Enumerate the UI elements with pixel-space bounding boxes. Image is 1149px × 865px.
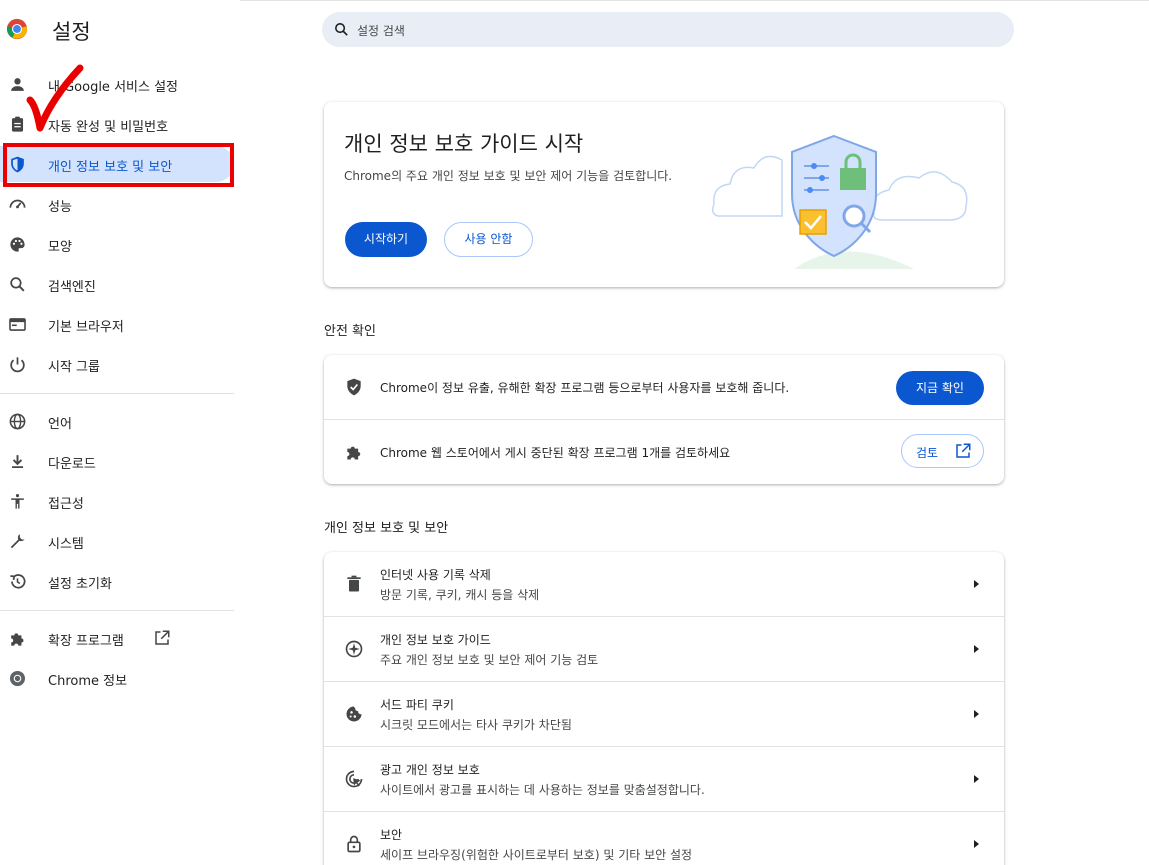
globe-icon	[9, 413, 26, 430]
sidebar-item-label: 언어	[48, 417, 72, 432]
ad-privacy-icon	[345, 770, 363, 788]
chevron-right-icon	[974, 710, 979, 718]
privacy-row-ad-privacy[interactable]: 광고 개인 정보 보호 사이트에서 광고를 표시하는 데 사용하는 정보를 맞춤…	[324, 747, 1004, 812]
chrome-icon	[9, 670, 26, 687]
open-in-new-icon	[155, 630, 170, 645]
sidebar-item-extensions[interactable]: 확장 프로그램	[0, 620, 234, 656]
privacy-guide-title: 개인 정보 보호 가이드 시작	[344, 132, 584, 156]
chevron-right-icon	[974, 775, 979, 783]
privacy-row-subtitle: 시크릿 모드에서는 타사 쿠키가 차단됨	[380, 718, 572, 732]
privacy-guide-card: 개인 정보 보호 가이드 시작 Chrome의 주요 개인 정보 보호 및 보안…	[324, 102, 1004, 287]
browser-icon	[9, 318, 26, 331]
sidebar-item-accessibility[interactable]: 접근성	[0, 483, 234, 519]
palette-icon	[10, 237, 25, 252]
checkmark-annotation-icon	[26, 64, 84, 132]
sidebar-item-label: 시작 그룹	[48, 360, 100, 375]
review-extensions-button[interactable]: 검토	[901, 434, 984, 468]
power-icon	[10, 357, 25, 373]
sidebar-item-label: 검색엔진	[48, 280, 96, 295]
privacy-guide-description: Chrome의 주요 개인 정보 보호 및 보안 제어 기능을 검토합니다.	[344, 169, 673, 183]
open-in-new-icon	[956, 443, 971, 458]
privacy-row-title: 인터넷 사용 기록 삭제	[380, 568, 491, 582]
privacy-row-subtitle: 방문 기록, 쿠키, 캐시 등을 삭제	[380, 588, 540, 602]
sidebar-item-label: 기본 브라우저	[48, 320, 124, 335]
chevron-right-icon	[974, 840, 979, 848]
sidebar-divider	[0, 610, 234, 611]
wrench-icon	[10, 534, 25, 549]
sidebar-item-search-engine[interactable]: 검색엔진	[0, 266, 234, 302]
privacy-row-title: 보안	[380, 828, 403, 842]
sidebar-item-label: 모양	[48, 240, 72, 255]
sidebar-item-label: 확장 프로그램	[48, 634, 124, 649]
search-placeholder: 설정 검색	[357, 24, 405, 38]
safety-check-row: Chrome이 정보 유출, 유해한 확장 프로그램 등으로부터 사용자를 보호…	[324, 355, 1004, 420]
search-input[interactable]: 설정 검색	[322, 12, 1014, 47]
sidebar-item-label: 성능	[48, 200, 72, 215]
accessibility-icon	[11, 493, 24, 509]
chrome-logo-icon	[6, 18, 28, 40]
sidebar-item-on-startup[interactable]: 시작 그룹	[0, 346, 234, 382]
review-button-label: 검토	[916, 446, 939, 460]
history-icon	[10, 574, 26, 589]
sidebar-item-label: 시스템	[48, 537, 84, 552]
dismiss-guide-button[interactable]: 사용 안함	[444, 222, 533, 257]
privacy-row-security[interactable]: 보안 세이프 브라우징(위험한 사이트로부터 보호) 및 기타 보안 설정	[324, 812, 1004, 865]
sidebar-divider	[0, 393, 234, 394]
check-now-button[interactable]: 지금 확인	[896, 371, 984, 405]
privacy-security-card: 인터넷 사용 기록 삭제 방문 기록, 쿠키, 캐시 등을 삭제 개인 정보 보…	[324, 552, 1004, 865]
top-divider	[240, 0, 1149, 1]
privacy-row-clear-browsing-data[interactable]: 인터넷 사용 기록 삭제 방문 기록, 쿠키, 캐시 등을 삭제	[324, 552, 1004, 617]
sidebar-item-languages[interactable]: 언어	[0, 403, 234, 439]
sidebar-item-label: 다운로드	[48, 457, 96, 472]
chevron-right-icon	[974, 580, 979, 588]
sidebar-item-label: 설정 초기화	[48, 577, 112, 592]
app-header: 설정 설정 검색	[0, 0, 1149, 60]
page-title: 설정	[52, 20, 91, 44]
extension-review-text: Chrome 웹 스토어에서 게시 중단된 확장 프로그램 1개를 검토하세요	[380, 446, 731, 460]
search-icon	[335, 23, 348, 36]
privacy-row-privacy-guide[interactable]: 개인 정보 보호 가이드 주요 개인 정보 보호 및 보안 제어 기능 검토	[324, 617, 1004, 682]
safety-check-heading: 안전 확인	[324, 324, 376, 339]
privacy-row-title: 서드 파티 쿠키	[380, 698, 454, 712]
privacy-row-third-party-cookies[interactable]: 서드 파티 쿠키 시크릿 모드에서는 타사 쿠키가 차단됨	[324, 682, 1004, 747]
sidebar-item-label: 접근성	[48, 497, 84, 512]
puzzle-icon	[347, 446, 361, 460]
sidebar-item-label: Chrome 정보	[48, 674, 128, 689]
chevron-right-icon	[974, 645, 979, 653]
safety-check-text: Chrome이 정보 유출, 유해한 확장 프로그램 등으로부터 사용자를 보호…	[380, 381, 790, 395]
start-guide-button[interactable]: 시작하기	[345, 222, 427, 257]
sidebar-item-reset-settings[interactable]: 설정 초기화	[0, 563, 234, 599]
shield-icon	[347, 378, 361, 396]
cookie-icon	[346, 706, 362, 722]
safety-check-card: Chrome이 정보 유출, 유해한 확장 프로그램 등으로부터 사용자를 보호…	[324, 355, 1004, 484]
sidebar-item-about-chrome[interactable]: Chrome 정보	[0, 660, 234, 696]
privacy-guide-illustration	[711, 134, 968, 269]
privacy-security-heading: 개인 정보 보호 및 보안	[324, 521, 449, 536]
privacy-row-subtitle: 세이프 브라우징(위험한 사이트로부터 보호) 및 기타 보안 설정	[380, 848, 693, 862]
trash-icon	[347, 575, 361, 592]
sidebar-item-appearance[interactable]: 모양	[0, 226, 234, 262]
lock-icon	[347, 835, 361, 853]
privacy-row-subtitle: 사이트에서 광고를 표시하는 데 사용하는 정보를 맞춤설정합니다.	[380, 783, 705, 797]
privacy-row-title: 광고 개인 정보 보호	[380, 763, 480, 777]
sidebar-item-system[interactable]: 시스템	[0, 523, 234, 559]
speedometer-icon	[9, 199, 26, 209]
highlight-box	[3, 143, 234, 187]
privacy-row-title: 개인 정보 보호 가이드	[380, 633, 491, 647]
puzzle-icon	[11, 633, 24, 646]
sidebar-item-performance[interactable]: 성능	[0, 186, 234, 222]
search-icon	[10, 277, 25, 292]
compass-icon	[345, 640, 363, 658]
privacy-row-subtitle: 주요 개인 정보 보호 및 보안 제어 기능 검토	[380, 653, 599, 667]
sidebar-item-downloads[interactable]: 다운로드	[0, 443, 234, 479]
download-icon	[11, 455, 24, 468]
sidebar-item-default-browser[interactable]: 기본 브라우저	[0, 306, 234, 342]
